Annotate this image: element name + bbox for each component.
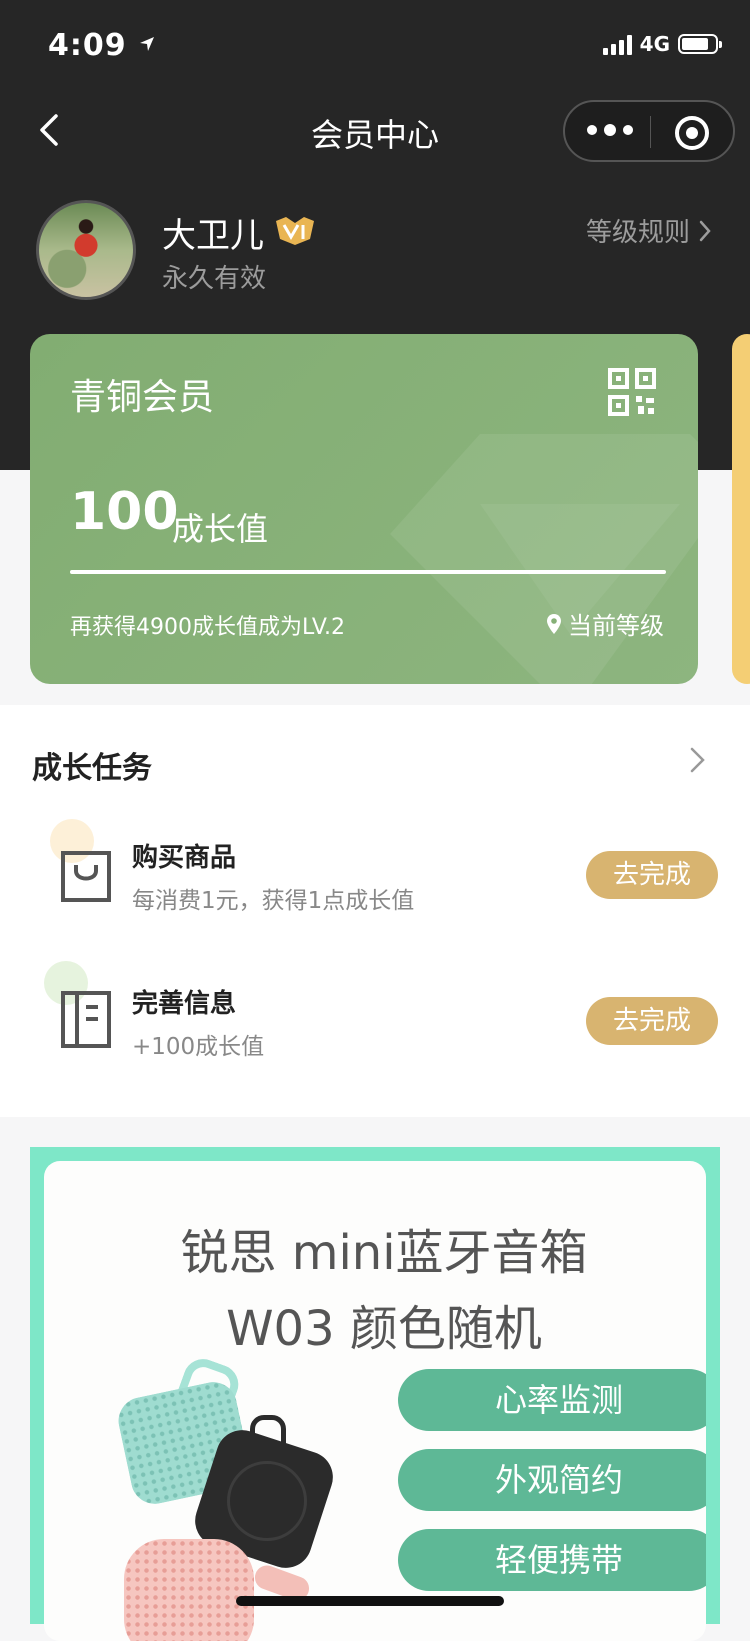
home-indicator (236, 1596, 504, 1606)
member-level-name: 青铜会员 (70, 377, 215, 418)
growth-tasks-section: 成长任务 购买商品 每消费1元，获得1点成长值 去完成 完善信息 +100成长值… (0, 705, 750, 1117)
next-level-card-peek[interactable] (732, 334, 750, 684)
vip-level-badge-icon (276, 217, 314, 245)
next-level-hint: 再获得4900成长值成为LV.2 (70, 615, 346, 640)
level-rules-label: 等级规则 (585, 218, 690, 248)
member-card[interactable]: 青铜会员 100 成长值 再获得4900成长值成为LV.2 当前等级 (30, 334, 698, 684)
banner-subheadline: W03 颜色随机 (226, 1301, 542, 1357)
membership-validity: 永久有效 (162, 264, 267, 294)
qr-code-icon[interactable] (608, 368, 656, 416)
diamond-watermark-icon (390, 434, 698, 684)
miniprogram-capsule (563, 100, 735, 162)
growth-progress-bar (70, 570, 666, 574)
task-item: 购买商品 每消费1元，获得1点成长值 去完成 (0, 805, 750, 935)
pink-speaker-image (124, 1539, 254, 1641)
close-target-icon[interactable] (675, 116, 709, 150)
growth-tasks-title: 成长任务 (32, 751, 152, 786)
current-level-label: 当前等级 (568, 612, 664, 640)
profile-doc-icon (61, 991, 111, 1048)
battery-icon (678, 34, 722, 54)
location-pin-icon (547, 613, 561, 634)
user-name: 大卫儿 (162, 216, 264, 256)
task-title: 完善信息 (132, 989, 237, 1019)
more-icon[interactable] (587, 124, 633, 136)
current-level-marker: 当前等级 (546, 606, 664, 641)
location-arrow-icon (140, 37, 155, 51)
level-rules-link[interactable]: 等级规则 (586, 212, 712, 249)
status-time-text: 4:09 (48, 28, 127, 63)
complete-task-button[interactable]: 去完成 (586, 997, 718, 1045)
speaker-dial (227, 1461, 307, 1541)
capsule-divider (650, 116, 651, 148)
task-description: 每消费1元，获得1点成长值 (132, 888, 415, 914)
feature-pill: 轻便携带 (398, 1529, 706, 1591)
shopping-bag-icon (61, 851, 111, 902)
banner-card: 锐思 mini蓝牙音箱 W03 颜色随机 心率监测 外观简约 轻便携带 (44, 1161, 706, 1641)
network-type: 4G (639, 32, 670, 56)
complete-task-button[interactable]: 去完成 (586, 851, 718, 899)
banner-headline: 锐思 mini蓝牙音箱 (180, 1225, 588, 1281)
status-time: 4:09 (48, 28, 156, 63)
task-item: 完善信息 +100成长值 去完成 (0, 951, 750, 1081)
task-title: 购买商品 (132, 843, 237, 873)
chevron-right-icon[interactable] (688, 745, 708, 775)
growth-value-unit: 成长值 (172, 510, 269, 548)
avatar[interactable] (36, 200, 136, 300)
status-indicators: 4G (602, 30, 722, 58)
feature-pill: 外观简约 (398, 1449, 706, 1511)
feature-pill: 心率监测 (398, 1369, 706, 1431)
chevron-right-icon (699, 220, 711, 241)
task-description: +100成长值 (132, 1034, 265, 1060)
product-banner[interactable]: 锐思 mini蓝牙音箱 W03 颜色随机 心率监测 外观简约 轻便携带 (30, 1147, 720, 1641)
signal-icon (602, 33, 632, 55)
growth-value: 100 (70, 482, 179, 542)
